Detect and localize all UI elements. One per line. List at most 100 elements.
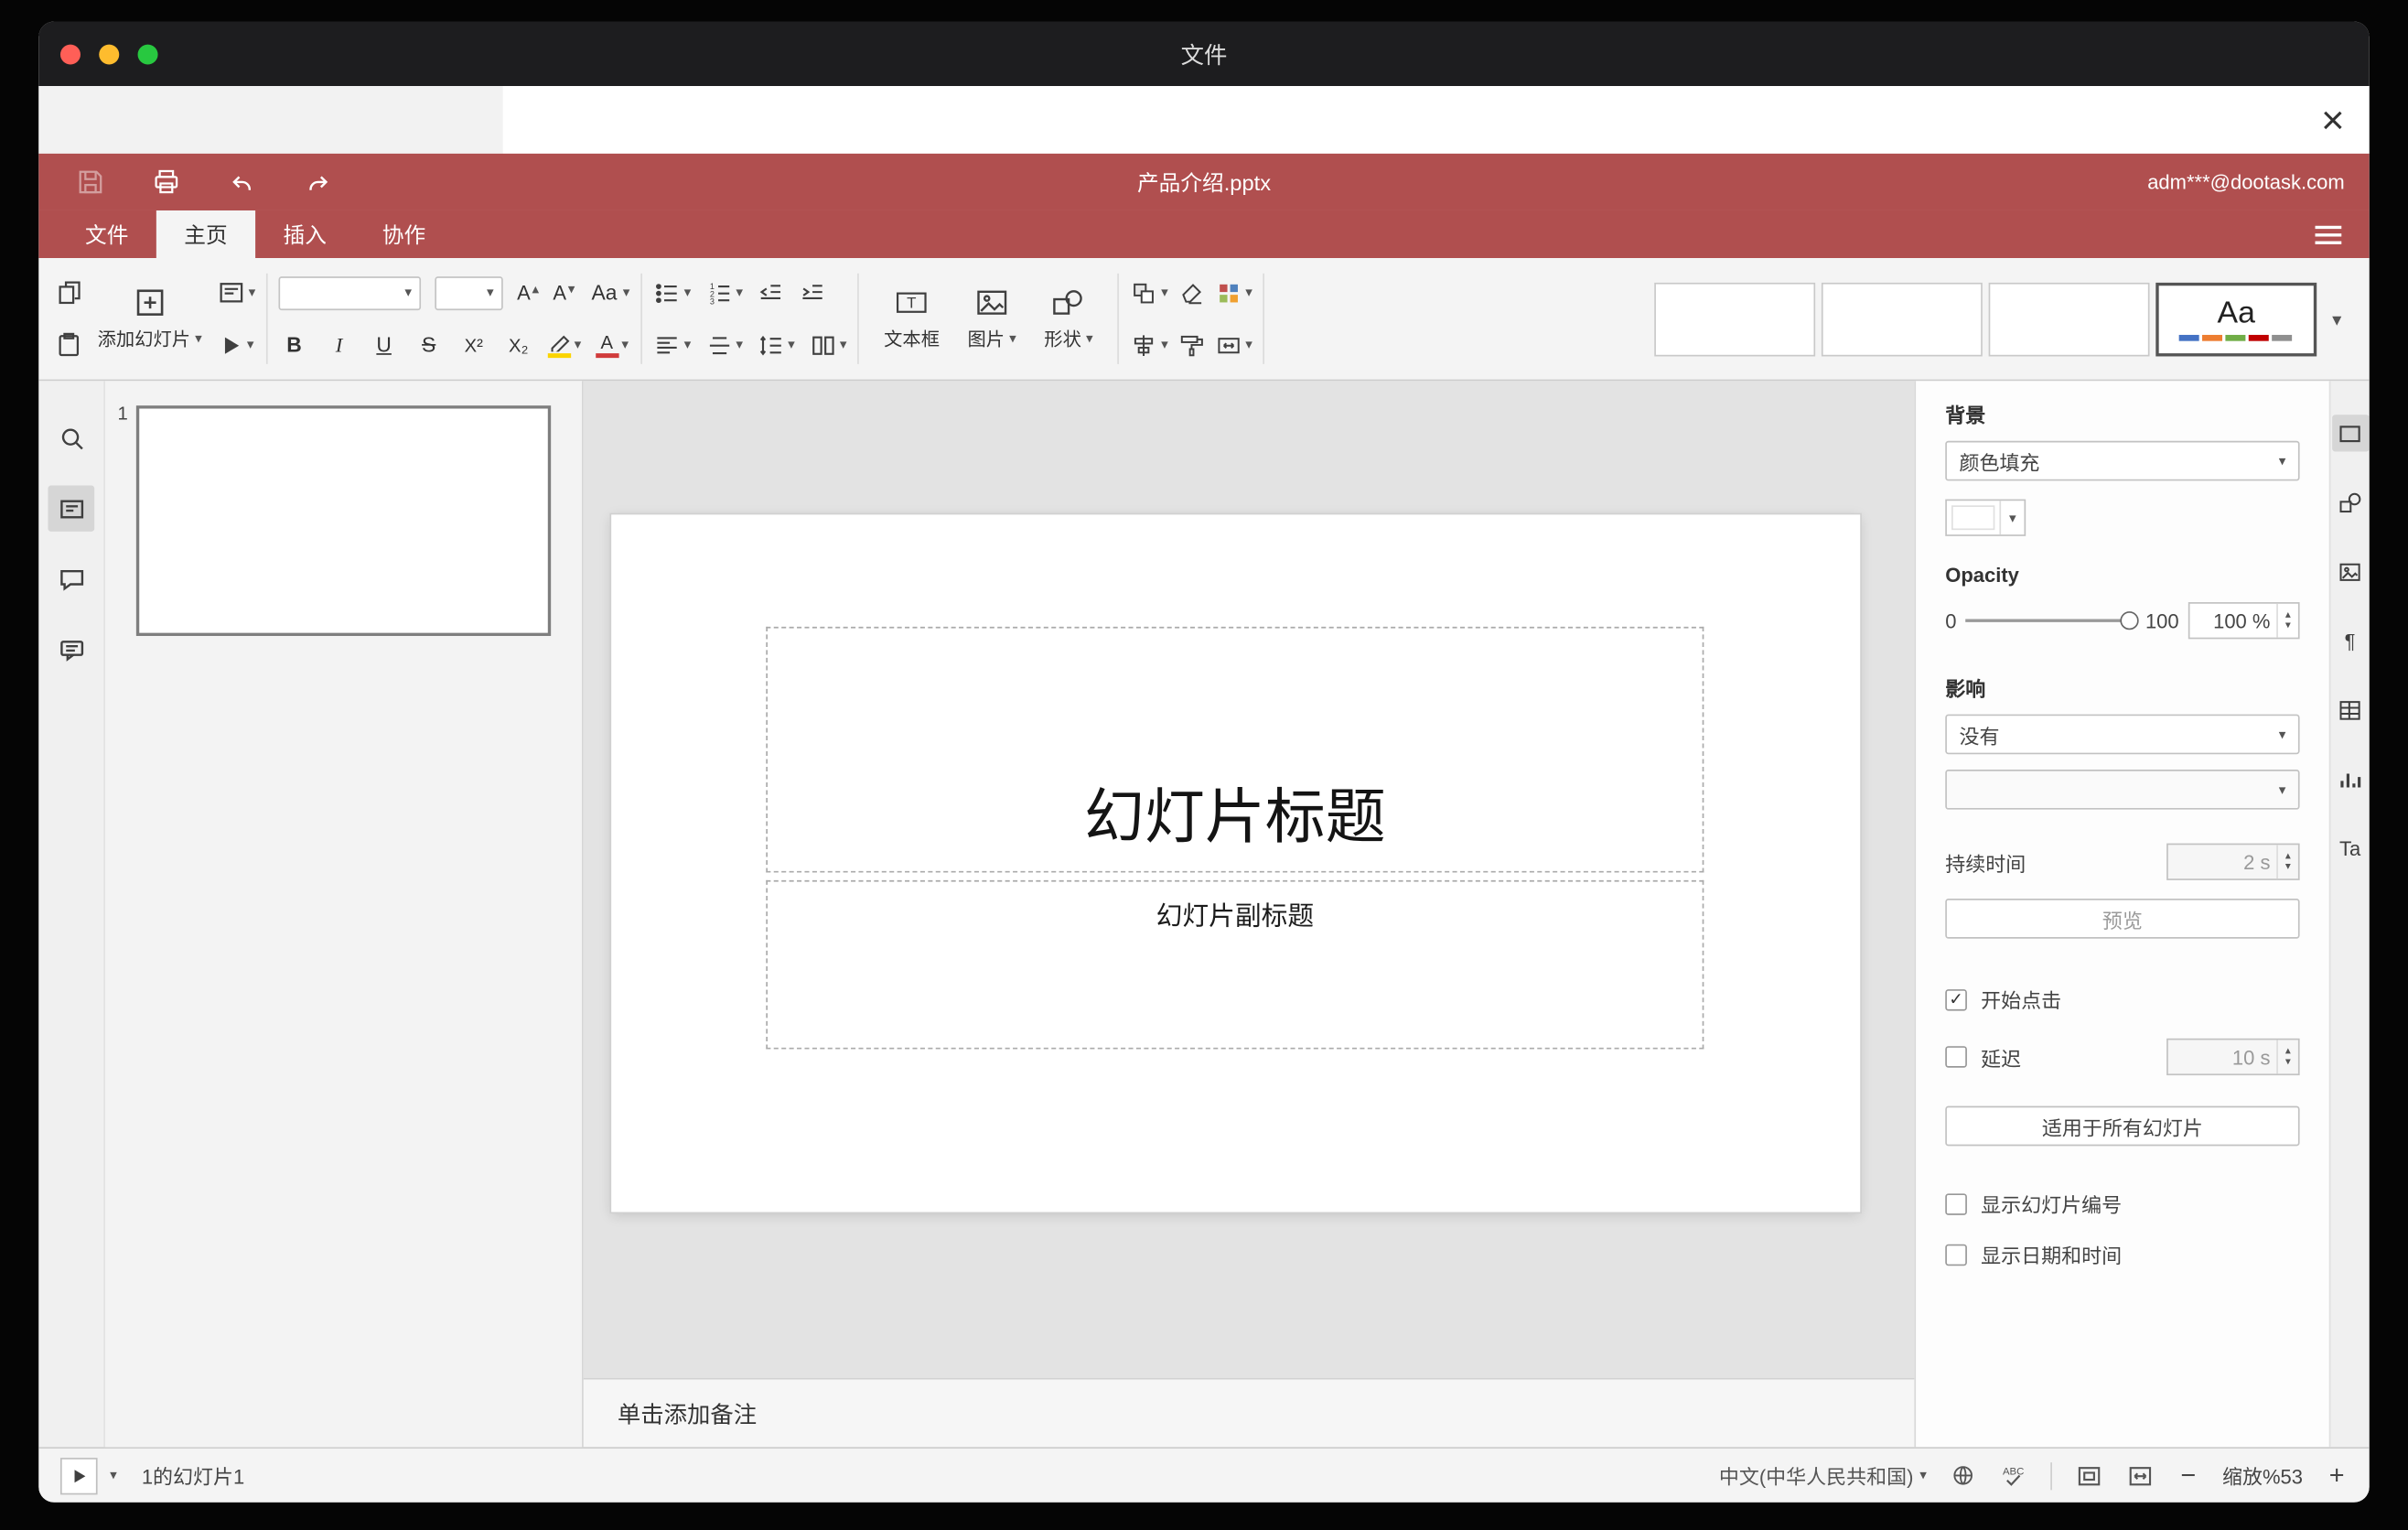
- tab-file[interactable]: 文件: [58, 210, 156, 258]
- background-color-swatch[interactable]: ▾: [1945, 499, 2026, 536]
- delay-input[interactable]: 10 s ▴ ▾: [2166, 1038, 2300, 1076]
- traffic-minimize-button[interactable]: [99, 43, 120, 64]
- menu-icon[interactable]: [2315, 224, 2342, 244]
- comments-panel-icon[interactable]: [48, 556, 94, 602]
- image-settings-icon[interactable]: [2331, 553, 2369, 589]
- redo-icon[interactable]: [304, 167, 333, 197]
- save-icon[interactable]: [76, 167, 105, 197]
- highlight-color-dropdown[interactable]: ▾: [547, 332, 581, 358]
- tab-collaboration[interactable]: 协作: [354, 210, 453, 258]
- set-language-icon[interactable]: [1950, 1462, 1976, 1489]
- effect-variant-select[interactable]: ▾: [1945, 770, 2300, 810]
- numbering-dropdown[interactable]: 123 ▾: [705, 279, 743, 307]
- vertical-align-dropdown[interactable]: ▾: [705, 331, 743, 359]
- notes-input[interactable]: 单击添加备注: [583, 1377, 1915, 1448]
- superscript-button[interactable]: X²: [458, 334, 489, 356]
- chevron-up-icon[interactable]: ▴: [2285, 851, 2291, 862]
- decrease-indent-button[interactable]: [757, 279, 784, 307]
- strikethrough-button[interactable]: S: [414, 333, 445, 356]
- chevron-down-icon[interactable]: ▾: [2285, 620, 2291, 631]
- status-bar: ▾ 1的幻灯片1 中文(中华人民共和国) ▾ ABC − 缩放%53 +: [38, 1447, 2370, 1503]
- textbox-button[interactable]: T 文本框: [870, 258, 953, 380]
- fit-width-button[interactable]: [2126, 1461, 2154, 1489]
- traffic-zoom-button[interactable]: [137, 43, 158, 64]
- bullets-dropdown[interactable]: ▾: [653, 279, 691, 307]
- slider-knob[interactable]: [2120, 611, 2140, 630]
- show-slide-number-checkbox[interactable]: [1945, 1192, 1967, 1215]
- columns-dropdown[interactable]: ▾: [809, 331, 846, 359]
- font-name-combobox[interactable]: ▾: [278, 275, 422, 310]
- table-settings-icon[interactable]: [2331, 691, 2369, 727]
- duration-input[interactable]: 2 s ▴ ▾: [2166, 843, 2300, 880]
- background-fill-select[interactable]: 颜色填充 ▾: [1945, 440, 2300, 481]
- theme-tile[interactable]: [1821, 282, 1983, 356]
- start-slideshow-dropdown[interactable]: ▾: [216, 331, 254, 359]
- font-size-combobox[interactable]: ▾: [435, 275, 503, 310]
- change-case-dropdown[interactable]: Aa ▾: [589, 281, 630, 304]
- chevron-down-icon[interactable]: ▾: [2285, 1057, 2291, 1068]
- image-button[interactable]: 图片 ▾: [953, 258, 1030, 380]
- color-scheme-dropdown[interactable]: ▾: [1214, 279, 1252, 307]
- close-icon[interactable]: ×: [2321, 100, 2345, 140]
- add-slide-button[interactable]: 添加幻灯片 ▾: [83, 258, 216, 380]
- underline-button[interactable]: U: [369, 333, 400, 356]
- transition-effect-select[interactable]: 没有 ▾: [1945, 714, 2300, 755]
- shape-settings-icon[interactable]: [2331, 484, 2369, 521]
- increase-font-button[interactable]: A ▴: [517, 281, 539, 304]
- arrange-shapes-dropdown[interactable]: ▾: [1130, 279, 1168, 307]
- traffic-close-button[interactable]: [59, 43, 81, 64]
- theme-tile-selected[interactable]: Aa: [2155, 282, 2317, 356]
- language-selector[interactable]: 中文(中华人民共和国) ▾: [1719, 1460, 1927, 1490]
- apply-to-all-slides-button[interactable]: 适用于所有幻灯片: [1945, 1105, 2300, 1147]
- slide-canvas[interactable]: 幻灯片标题 幻灯片副标题: [611, 514, 1861, 1212]
- chevron-up-icon[interactable]: ▴: [2285, 1046, 2291, 1057]
- paste-icon[interactable]: [54, 330, 83, 360]
- theme-tile[interactable]: [1654, 282, 1816, 356]
- chart-settings-icon[interactable]: [2331, 760, 2369, 797]
- spellcheck-icon[interactable]: ABC: [1999, 1461, 2026, 1489]
- opacity-input[interactable]: 100 % ▴ ▾: [2188, 602, 2300, 640]
- opacity-slider[interactable]: [1965, 609, 2140, 631]
- themes-expand-button[interactable]: ▾: [2317, 258, 2354, 380]
- chat-panel-icon[interactable]: [48, 627, 94, 673]
- tab-home[interactable]: 主页: [156, 210, 256, 259]
- slide-settings-icon[interactable]: [2331, 415, 2369, 452]
- search-icon[interactable]: [48, 415, 94, 460]
- chevron-down-icon[interactable]: ▾: [2285, 862, 2291, 873]
- delay-checkbox[interactable]: [1945, 1046, 1967, 1068]
- decrease-font-button[interactable]: A ▾: [553, 281, 575, 304]
- textart-settings-icon[interactable]: Ta: [2331, 830, 2369, 867]
- clear-style-button[interactable]: [1177, 279, 1205, 307]
- zoom-out-button[interactable]: −: [2177, 1460, 2199, 1492]
- slide-layout-dropdown[interactable]: ▾: [216, 278, 255, 307]
- start-slideshow-button[interactable]: [59, 1457, 98, 1494]
- tab-insert[interactable]: 插入: [255, 210, 354, 258]
- undo-icon[interactable]: [228, 167, 257, 197]
- slides-panel-icon[interactable]: [48, 485, 95, 532]
- copy-icon[interactable]: [54, 278, 83, 307]
- show-date-time-checkbox[interactable]: [1945, 1243, 1967, 1266]
- fit-slide-button[interactable]: [2075, 1461, 2102, 1489]
- italic-button[interactable]: I: [324, 332, 355, 357]
- print-icon[interactable]: [152, 167, 181, 197]
- subscript-button[interactable]: X₂: [503, 334, 534, 356]
- start-on-click-checkbox[interactable]: ✓: [1945, 988, 1967, 1010]
- title-placeholder[interactable]: 幻灯片标题: [766, 626, 1704, 873]
- increase-indent-button[interactable]: [799, 279, 826, 307]
- font-color-dropdown[interactable]: A ▾: [595, 332, 629, 358]
- slide-thumbnail[interactable]: [135, 405, 552, 636]
- align-shapes-dropdown[interactable]: ▾: [1130, 331, 1168, 359]
- shape-button[interactable]: 形状 ▾: [1030, 258, 1107, 380]
- bold-button[interactable]: B: [279, 333, 310, 356]
- subtitle-placeholder[interactable]: 幻灯片副标题: [766, 879, 1704, 1050]
- zoom-in-button[interactable]: +: [2326, 1460, 2348, 1492]
- preview-button[interactable]: 预览: [1945, 899, 2300, 939]
- paragraph-settings-icon[interactable]: ¶: [2331, 622, 2369, 659]
- line-spacing-dropdown[interactable]: ▾: [757, 331, 795, 359]
- horizontal-align-dropdown[interactable]: ▾: [653, 331, 691, 359]
- theme-tile[interactable]: [1988, 282, 2150, 356]
- chevron-down-icon[interactable]: ▾: [110, 1468, 117, 1482]
- chevron-up-icon[interactable]: ▴: [2285, 609, 2291, 620]
- slide-size-dropdown[interactable]: ▾: [1214, 331, 1252, 359]
- copy-style-button[interactable]: [1177, 331, 1205, 359]
